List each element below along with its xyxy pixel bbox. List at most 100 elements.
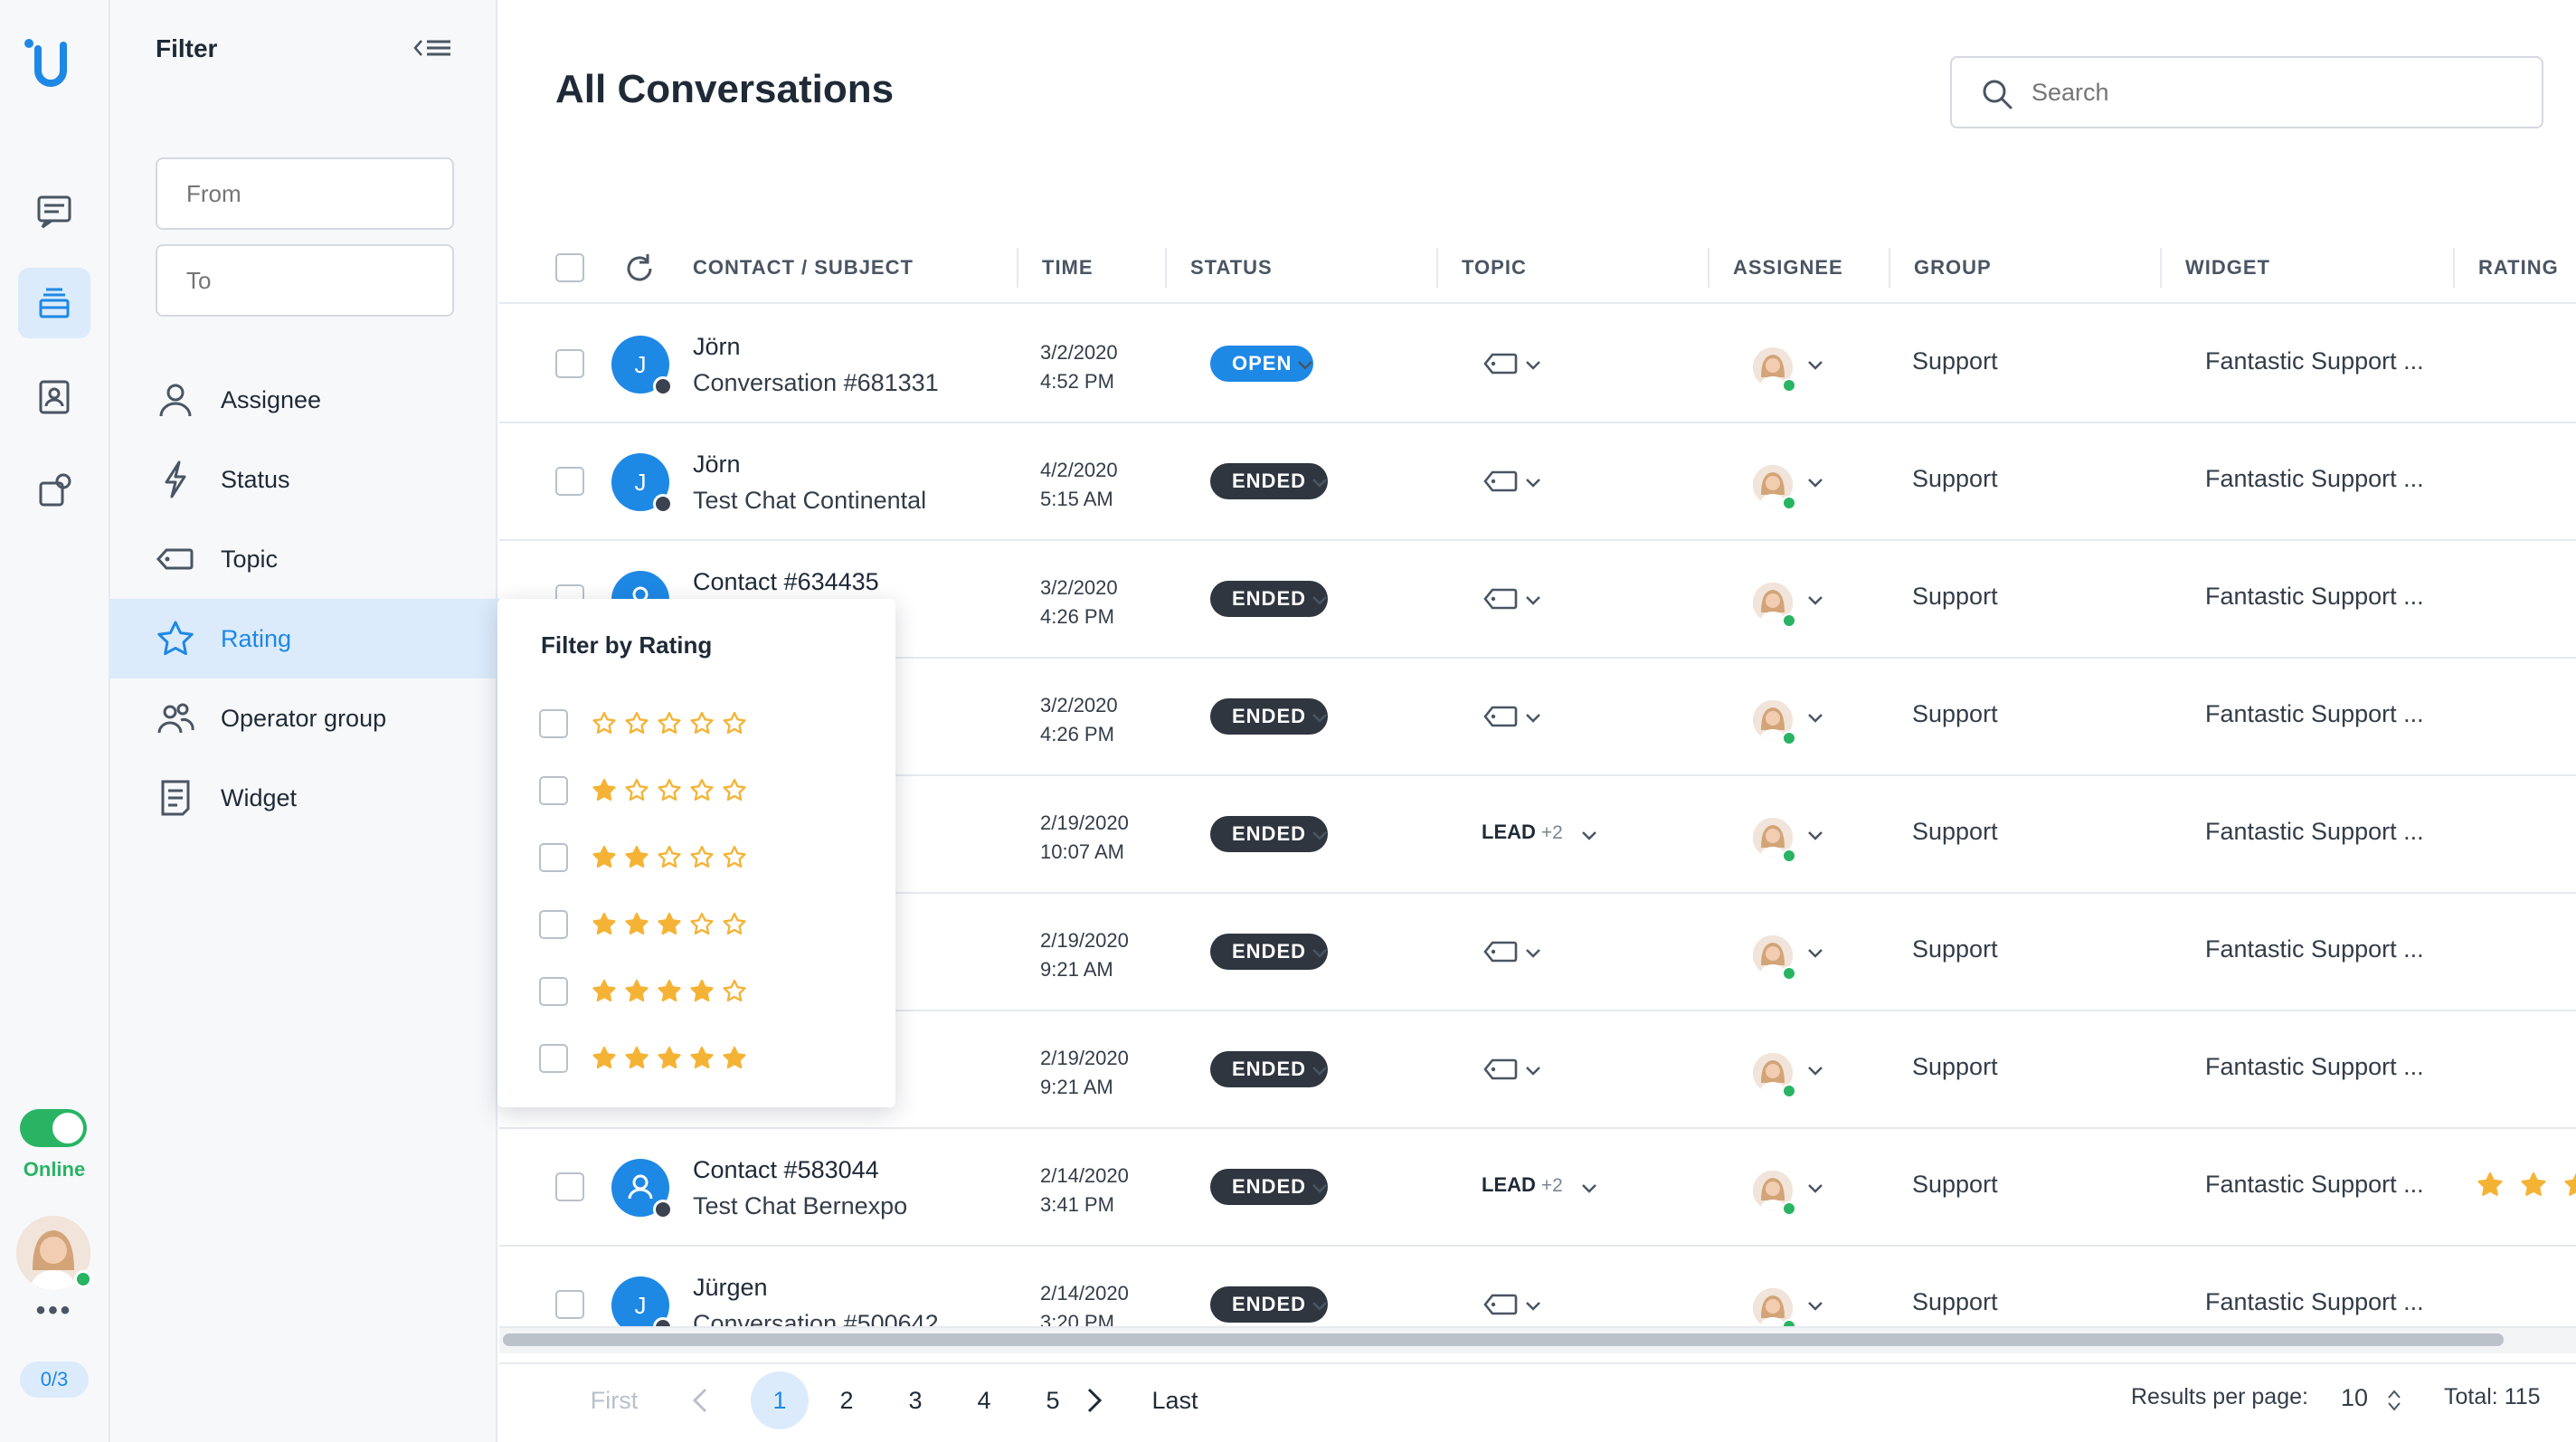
assignee-dropdown-chevron-icon[interactable] — [1805, 1178, 1825, 1198]
topic-tag-icon[interactable] — [1483, 704, 1518, 729]
status-dropdown-chevron-icon[interactable] — [1310, 1060, 1330, 1080]
status-dropdown-chevron-icon[interactable] — [1310, 1295, 1330, 1315]
topic-dropdown-chevron-icon[interactable] — [1523, 590, 1543, 610]
topic-tag-icon[interactable] — [1483, 351, 1518, 376]
topic-dropdown-chevron-icon[interactable] — [1523, 707, 1543, 727]
page-2[interactable]: 2 — [818, 1379, 876, 1422]
rating-option-4[interactable] — [539, 972, 865, 1011]
rating-option-checkbox[interactable] — [539, 843, 568, 872]
topic-dropdown-chevron-icon[interactable] — [1523, 1295, 1543, 1315]
status-dropdown-chevron-icon[interactable] — [1295, 355, 1315, 375]
select-all-checkbox[interactable] — [555, 253, 584, 282]
rating-option-1[interactable] — [539, 771, 865, 811]
topic-tag-icon[interactable] — [1483, 469, 1518, 494]
status-dropdown-chevron-icon[interactable] — [1310, 707, 1330, 727]
topic-label[interactable]: LEAD +2 — [1482, 1173, 1563, 1197]
column-widget[interactable]: WIDGET — [2160, 248, 2270, 288]
search-box[interactable] — [1950, 56, 2543, 128]
status-dropdown-chevron-icon[interactable] — [1310, 943, 1330, 963]
column-rating[interactable]: RATING — [2453, 248, 2559, 288]
assignee-dropdown-chevron-icon[interactable] — [1805, 1060, 1825, 1080]
topic-dropdown-chevron-icon[interactable] — [1523, 355, 1543, 375]
page-5[interactable]: 5 — [1024, 1379, 1082, 1422]
rating-option-0[interactable] — [539, 704, 865, 744]
more-menu[interactable]: ••• — [0, 1295, 109, 1326]
column-topic[interactable]: TOPIC — [1436, 248, 1527, 288]
nav-inbox[interactable] — [18, 268, 90, 338]
topic-label[interactable]: LEAD +2 — [1482, 821, 1563, 844]
rating-option-checkbox[interactable] — [539, 709, 568, 738]
assignee-dropdown-chevron-icon[interactable] — [1805, 472, 1825, 492]
status-dropdown-chevron-icon[interactable] — [1310, 1178, 1330, 1198]
column-contact-subject[interactable]: CONTACT / SUBJECT — [669, 232, 914, 304]
date-from-input[interactable] — [156, 157, 454, 230]
topic-tag-icon[interactable] — [1483, 586, 1518, 612]
page-1[interactable]: 1 — [751, 1371, 809, 1429]
column-time[interactable]: TIME — [1017, 248, 1094, 288]
page-3[interactable]: 3 — [886, 1379, 944, 1422]
next-page-icon[interactable] — [1084, 1386, 1105, 1415]
status-dropdown-chevron-icon[interactable] — [1310, 825, 1330, 845]
online-toggle[interactable] — [20, 1109, 87, 1147]
date-to-input[interactable] — [156, 244, 454, 317]
assignee-dropdown-chevron-icon[interactable] — [1805, 943, 1825, 963]
nav-chat[interactable] — [18, 176, 90, 246]
row-checkbox[interactable] — [555, 349, 584, 378]
toggle-knob — [52, 1113, 83, 1143]
assignee-dropdown-chevron-icon[interactable] — [1805, 825, 1825, 845]
page-first[interactable]: First — [582, 1379, 646, 1422]
filter-item-rating[interactable]: Rating — [110, 599, 499, 678]
column-status[interactable]: STATUS — [1165, 248, 1273, 288]
results-per-page-select[interactable]: 10 — [2341, 1384, 2368, 1412]
rating-option-checkbox[interactable] — [539, 910, 568, 939]
refresh-icon[interactable] — [622, 251, 657, 286]
rating-option-checkbox[interactable] — [539, 977, 568, 1006]
assignee-online-dot — [1782, 849, 1796, 863]
topic-tag-icon[interactable] — [1483, 1292, 1518, 1317]
assignee-dropdown-chevron-icon[interactable] — [1805, 355, 1825, 375]
row-checkbox[interactable] — [555, 1290, 584, 1319]
page-4[interactable]: 4 — [955, 1379, 1013, 1422]
rating-option-3[interactable] — [539, 905, 865, 944]
filter-item-assignee[interactable]: Assignee — [110, 360, 497, 440]
nav-contacts[interactable] — [18, 362, 90, 432]
filter-item-topic[interactable]: Topic — [110, 519, 497, 599]
topic-dropdown-chevron-icon[interactable] — [1579, 825, 1599, 845]
sort-arrows-icon[interactable] — [2386, 1388, 2402, 1413]
status-dropdown-chevron-icon[interactable] — [1310, 472, 1330, 492]
app-logo-icon[interactable] — [18, 33, 81, 96]
assignee-dropdown-chevron-icon[interactable] — [1805, 590, 1825, 610]
table-row[interactable]: J Jörn Test Chat Continental 4/2/2020 5:15 A… — [499, 423, 2576, 541]
status-dropdown-chevron-icon[interactable] — [1310, 590, 1330, 610]
table-row[interactable]: Contact #583044 Test Chat Bernexpo 2/14/20… — [499, 1129, 2576, 1247]
search-input[interactable] — [2031, 71, 2520, 114]
topic-dropdown-chevron-icon[interactable] — [1523, 943, 1543, 963]
group-name: Support — [1912, 700, 1998, 727]
page-last[interactable]: Last — [1143, 1379, 1207, 1422]
table-row[interactable]: J Jörn Conversation #681331 3/2/2020 4:52 PM… — [499, 306, 2576, 423]
topic-dropdown-chevron-icon[interactable] — [1579, 1178, 1599, 1198]
topic-tag-icon[interactable] — [1483, 939, 1518, 964]
rating-option-checkbox[interactable] — [539, 776, 568, 805]
nav-add-widget[interactable] — [18, 456, 90, 527]
star-empty-icon — [723, 845, 746, 868]
topic-tag-icon[interactable] — [1483, 1057, 1518, 1082]
assignee-dropdown-chevron-icon[interactable] — [1805, 1295, 1825, 1315]
topic-dropdown-chevron-icon[interactable] — [1523, 472, 1543, 492]
filter-item-operator-group[interactable]: Operator group — [110, 678, 497, 758]
rating-option-5[interactable] — [539, 1039, 865, 1078]
row-checkbox[interactable] — [555, 467, 584, 496]
topic-dropdown-chevron-icon[interactable] — [1523, 1060, 1543, 1080]
prev-page-icon[interactable] — [689, 1386, 711, 1415]
filter-item-widget[interactable]: Widget — [110, 758, 497, 838]
column-group[interactable]: GROUP — [1889, 248, 1992, 288]
assignee-dropdown-chevron-icon[interactable] — [1805, 707, 1825, 727]
horizontal-scrollbar[interactable] — [503, 1333, 2504, 1346]
date-text: 3/2/2020 — [1040, 694, 1118, 716]
filter-item-status[interactable]: Status — [110, 440, 497, 519]
rating-option-2[interactable] — [539, 838, 865, 878]
rating-option-checkbox[interactable] — [539, 1044, 568, 1073]
collapse-panel-icon[interactable] — [412, 33, 454, 63]
column-assignee[interactable]: ASSIGNEE — [1708, 248, 1843, 288]
row-checkbox[interactable] — [555, 1172, 584, 1201]
